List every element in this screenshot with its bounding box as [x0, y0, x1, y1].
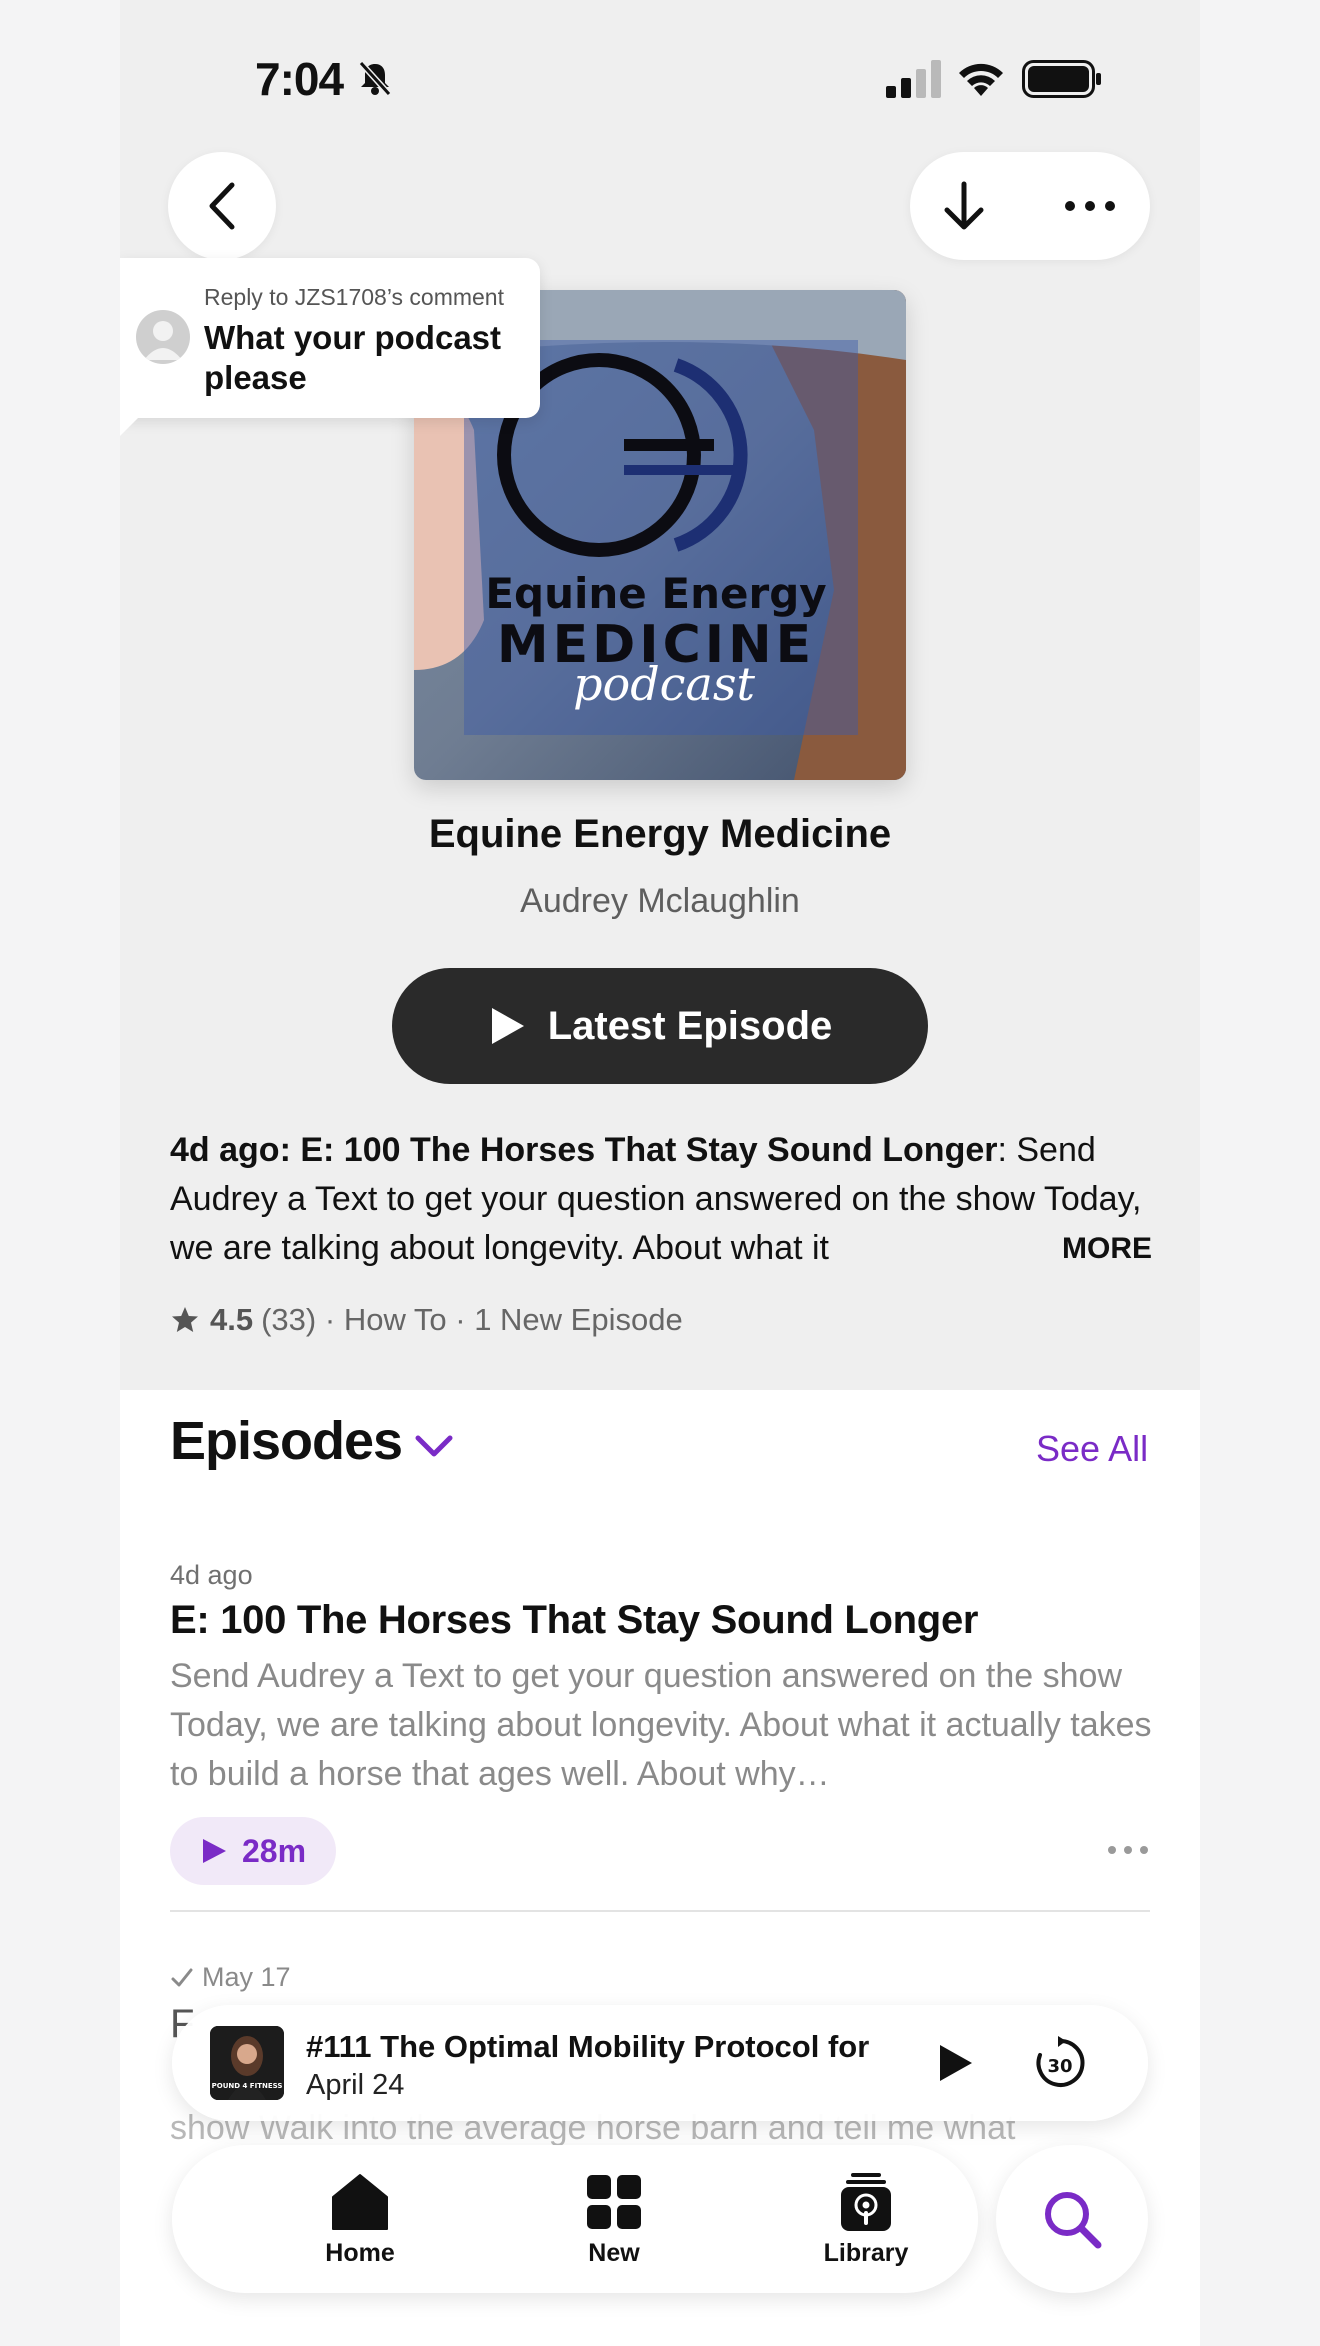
see-all-link[interactable]: See All	[1036, 1428, 1148, 1470]
description-lead: 4d ago: E: 100 The Horses That Stay Soun…	[170, 1131, 998, 1169]
back-button[interactable]	[168, 152, 276, 260]
tab-library[interactable]: Library	[786, 2171, 946, 2268]
mini-title-fade	[862, 2023, 922, 2067]
rating-value: 4.5	[210, 1302, 254, 1337]
tab-home-label: Home	[325, 2239, 395, 2267]
tooltip-comment-text: What your podcast please	[204, 319, 502, 396]
play-icon	[202, 1839, 226, 1863]
tooltip-tail	[120, 410, 146, 436]
avatar	[136, 310, 190, 364]
battery-icon	[1022, 60, 1101, 98]
episode-duration: 28m	[241, 1832, 307, 1869]
tab-home[interactable]: Home	[280, 2171, 440, 2268]
episode-description[interactable]: Send Audrey a Text to get your question …	[170, 1652, 1160, 1802]
episode-date-label: May 17	[202, 1962, 291, 1992]
ellipsis-icon[interactable]	[1060, 182, 1120, 230]
divider	[170, 1910, 1150, 1912]
bell-slash-icon	[358, 60, 392, 97]
status-bar: 7:04	[120, 40, 1200, 120]
latest-episode-button[interactable]: Latest Episode	[392, 968, 928, 1084]
actions-pill	[910, 152, 1150, 260]
episode-date: 4d ago	[170, 1560, 253, 1590]
skip-forward-30-icon[interactable]: 30	[1032, 2035, 1088, 2091]
checkmark-icon	[171, 1968, 193, 1986]
meta-separator: ·	[446, 1302, 475, 1337]
episode-title[interactable]: E: 100 The Horses That Stay Sound Longer	[170, 1598, 1160, 1643]
new-episodes-label: 1 New Episode	[474, 1302, 683, 1337]
episodes-header[interactable]: Episodes	[170, 1410, 403, 1472]
signal-icon	[886, 60, 941, 98]
tab-new-label: New	[588, 2239, 640, 2267]
podcast-author[interactable]: Audrey Mclaughlin	[120, 882, 1200, 921]
svg-text:podcast: podcast	[573, 657, 755, 711]
podcast-title: Equine Energy Medicine	[428, 812, 892, 856]
play-icon	[491, 1008, 524, 1044]
play-icon[interactable]	[932, 2041, 976, 2085]
description-fade	[880, 1224, 1020, 1274]
ellipsis-icon[interactable]	[1106, 1840, 1150, 1860]
latest-episode-label: Latest Episode	[547, 1003, 833, 1048]
house-icon	[332, 2174, 388, 2230]
meta-separator: ·	[316, 1302, 344, 1337]
more-button[interactable]: MORE	[1056, 1232, 1152, 1266]
wifi-icon	[959, 63, 1003, 96]
chevron-left-icon	[209, 182, 235, 230]
mini-player[interactable]: POUND 4 FITNESS #111 The Optimal Mobilit…	[172, 2005, 1148, 2121]
star-icon	[172, 1307, 198, 1332]
comment-tooltip[interactable]: Reply to JZS1708’s comment What your pod…	[120, 258, 540, 418]
podcast-stack-icon	[841, 2173, 891, 2231]
podcast-show-screen: 7:04 Equine Energy MEDICINE podcast Repl…	[120, 0, 1200, 2346]
status-time: 7:04	[255, 53, 344, 105]
svg-text:POUND 4 FITNESS: POUND 4 FITNESS	[212, 2082, 283, 2090]
tab-bar: Home New Library	[172, 2145, 978, 2293]
magnifier-icon	[1045, 2192, 1102, 2249]
podcast-meta: 4.5 (33) · How To · 1 New Episode	[170, 1302, 683, 1338]
svg-text:30: 30	[1047, 2056, 1072, 2077]
grid-icon	[587, 2175, 641, 2229]
search-button[interactable]	[996, 2145, 1148, 2293]
rating-count: (33)	[261, 1302, 317, 1337]
svg-text:Equine Energy: Equine Energy	[485, 569, 826, 618]
mini-player-artwork: POUND 4 FITNESS	[210, 2026, 284, 2100]
episode-play-button[interactable]: 28m	[170, 1817, 336, 1885]
category-label[interactable]: How To	[344, 1302, 447, 1338]
tab-new[interactable]: New	[534, 2171, 694, 2268]
tooltip-reply-label: Reply to JZS1708’s comment	[204, 284, 504, 310]
tab-library-label: Library	[823, 2239, 909, 2267]
chevron-down-icon[interactable]	[412, 1428, 456, 1464]
mini-player-title: #111 The Optimal Mobility Protocol for	[306, 2029, 870, 2064]
mini-player-subtitle: April 24	[306, 2069, 405, 2101]
arrow-down-icon[interactable]	[934, 176, 994, 236]
episode-date: May 17	[170, 1962, 291, 1993]
